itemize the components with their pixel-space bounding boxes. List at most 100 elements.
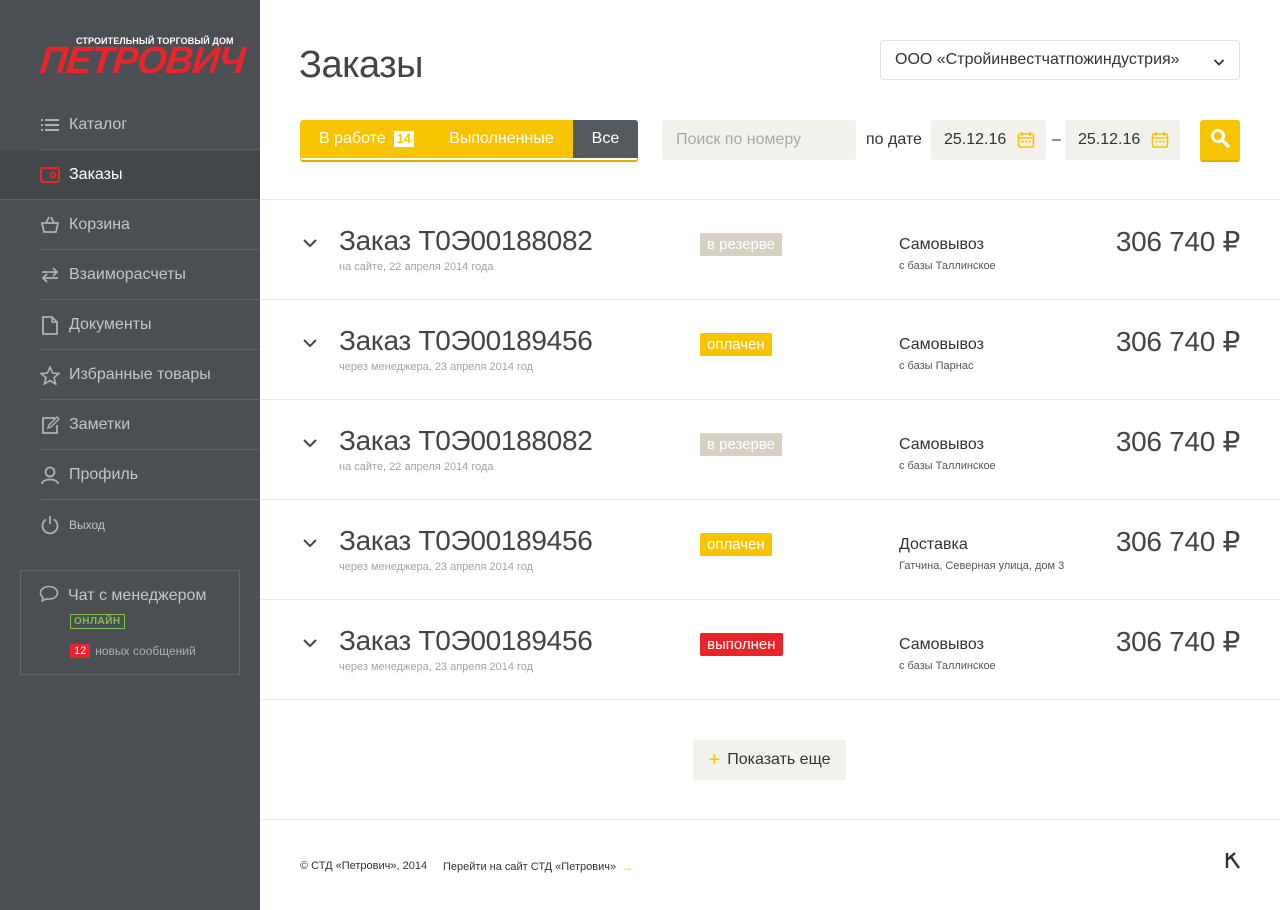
search-icon xyxy=(1210,128,1230,153)
order-price: 306 740 ₽ xyxy=(1115,426,1240,457)
status-badge: оплачен xyxy=(700,533,772,556)
note-icon xyxy=(40,415,60,435)
order-row[interactable]: Заказ Т0Э00189456 через менеджера, 23 ап… xyxy=(260,600,1280,700)
messages-count-badge: 12 xyxy=(70,644,91,658)
date-to-field[interactable]: 25.12.16 xyxy=(1065,120,1180,160)
main-site-link-label: Перейти на сайт СТД «Петрович» xyxy=(443,861,617,873)
sidebar-item-profile[interactable]: Профиль xyxy=(0,450,260,500)
order-number[interactable]: Заказ Т0Э00189456 xyxy=(339,325,593,357)
sidebar-item-favorites[interactable]: Избранные товары xyxy=(0,350,260,400)
sidebar-item-catalog[interactable]: Каталог xyxy=(0,100,260,150)
sidebar-item-cart[interactable]: Корзина xyxy=(0,200,260,250)
copyright: © СТД «Петрович», 2014 xyxy=(300,860,428,872)
delivery-address: с базы Таллинское xyxy=(899,260,996,272)
order-row[interactable]: Заказ Т0Э00189456 через менеджера, 23 ап… xyxy=(260,500,1280,600)
show-more-label: Показать еще xyxy=(727,751,831,768)
status-badge: в резерве xyxy=(700,233,783,256)
order-source: через менеджера, 23 апреля 2014 год xyxy=(339,661,534,673)
logout-button[interactable]: Выход xyxy=(0,500,260,550)
delivery-address: с базы Таллинское xyxy=(899,460,996,472)
order-source: через менеджера, 23 апреля 2014 год xyxy=(339,361,534,373)
wallet-icon xyxy=(40,165,60,185)
date-to-value: 25.12.16 xyxy=(1078,131,1141,148)
logo-name: ПЕТРОВИЧ xyxy=(37,40,247,82)
sidebar-item-label: Документы xyxy=(69,316,152,333)
sidebar: СТРОИТЕЛЬНЫЙ ТОРГОВЫЙ ДОМ ПЕТРОВИЧ Катал… xyxy=(0,0,260,910)
search-button[interactable] xyxy=(1200,120,1240,160)
order-price: 306 740 ₽ xyxy=(1115,626,1240,657)
company-select-value: ООО «Стройинвестчатпожиндустрия» xyxy=(895,51,1180,68)
company-select[interactable]: ООО «Стройинвестчатпожиндустрия» xyxy=(880,40,1240,80)
main-site-link[interactable]: Перейти на сайт СТД «Петрович» → xyxy=(443,860,633,874)
logo[interactable]: СТРОИТЕЛЬНЫЙ ТОРГОВЫЙ ДОМ ПЕТРОВИЧ xyxy=(38,36,247,86)
order-source: на сайте, 22 апреля 2014 года xyxy=(339,261,494,273)
list-icon xyxy=(40,115,60,135)
chevron-down-icon[interactable] xyxy=(302,436,318,454)
tab-in-work-label: В работе xyxy=(319,130,386,147)
date-from-value: 25.12.16 xyxy=(944,131,1007,148)
sidebar-item-documents[interactable]: Документы xyxy=(0,300,260,350)
order-number[interactable]: Заказ Т0Э00189456 xyxy=(339,625,593,657)
main-content: Заказы ООО «Стройинвестчатпожиндустрия» … xyxy=(260,0,1280,910)
status-badge: в резерве xyxy=(700,433,783,456)
status-badge: оплачен xyxy=(700,333,772,356)
tab-in-work[interactable]: В работе 14 xyxy=(300,120,431,158)
tab-all-label: Все xyxy=(591,130,620,147)
chevron-down-icon[interactable] xyxy=(302,536,318,554)
sidebar-item-settlements[interactable]: Взаиморасчеты xyxy=(0,250,260,300)
online-badge: ОНЛАЙН xyxy=(70,614,125,629)
sidebar-item-label: Заметки xyxy=(69,416,131,433)
document-icon xyxy=(40,315,60,335)
power-icon xyxy=(40,515,60,535)
delivery-address: с базы Парнас xyxy=(899,360,974,372)
order-price: 306 740 ₽ xyxy=(1115,226,1240,257)
sidebar-item-label: Каталог xyxy=(69,116,128,133)
calendar-icon[interactable] xyxy=(1017,131,1035,154)
page-title: Заказы xyxy=(299,44,424,86)
tab-in-work-count: 14 xyxy=(393,131,415,147)
by-date-label: по дате xyxy=(866,131,922,148)
arrow-right-icon: → xyxy=(621,860,634,874)
show-more-button[interactable]: + Показать еще xyxy=(693,740,846,780)
date-range-dash: – xyxy=(1052,131,1061,148)
order-row[interactable]: Заказ Т0Э00188082 на сайте, 22 апреля 20… xyxy=(260,200,1280,300)
order-number[interactable]: Заказ Т0Э00189456 xyxy=(339,525,593,557)
calendar-icon[interactable] xyxy=(1151,131,1169,154)
sidebar-item-label: Корзина xyxy=(69,216,130,233)
delivery-type: Самовывоз xyxy=(899,436,984,453)
delivery-type: Доставка xyxy=(899,536,968,553)
chevron-down-icon[interactable] xyxy=(302,336,318,354)
date-from-field[interactable]: 25.12.16 xyxy=(931,120,1046,160)
status-tabs: В работе 14 Выполненные Все xyxy=(300,120,639,160)
order-number[interactable]: Заказ Т0Э00188082 xyxy=(339,225,593,257)
star-icon xyxy=(40,365,60,385)
plus-icon: + xyxy=(708,749,721,771)
sidebar-item-orders[interactable]: Заказы xyxy=(0,150,260,200)
logout-label: Выход xyxy=(69,518,105,532)
manager-chat[interactable]: Чат с менеджером ОНЛАЙН 12 новых сообщен… xyxy=(20,570,240,675)
sidebar-item-label: Профиль xyxy=(69,466,139,483)
orders-list: Заказ Т0Э00188082 на сайте, 22 апреля 20… xyxy=(260,199,1280,700)
delivery-type: Самовывоз xyxy=(899,336,984,353)
chevron-down-icon[interactable] xyxy=(302,636,318,654)
developer-logo-icon[interactable] xyxy=(1225,850,1241,870)
sidebar-item-label: Избранные товары xyxy=(69,366,211,383)
chat-title: Чат с менеджером xyxy=(39,585,206,607)
sidebar-item-label: Заказы xyxy=(69,166,123,183)
order-row[interactable]: Заказ Т0Э00189456 через менеджера, 23 ап… xyxy=(260,300,1280,400)
order-number[interactable]: Заказ Т0Э00188082 xyxy=(339,425,593,457)
sidebar-item-notes[interactable]: Заметки xyxy=(0,400,260,450)
chat-title-label: Чат с менеджером xyxy=(68,587,207,604)
tab-all[interactable]: Все xyxy=(572,120,639,158)
chevron-down-icon[interactable] xyxy=(302,236,318,254)
sidebar-item-label: Взаиморасчеты xyxy=(69,266,186,283)
order-row[interactable]: Заказ Т0Э00188082 на сайте, 22 апреля 20… xyxy=(260,400,1280,500)
tab-completed[interactable]: Выполненные xyxy=(430,120,573,158)
tab-completed-label: Выполненные xyxy=(449,130,554,147)
order-number-search-input[interactable] xyxy=(662,120,856,160)
delivery-address: Гатчина, Северная улица, дом 3 xyxy=(899,560,1065,572)
status-badge: выполнен xyxy=(700,633,783,656)
delivery-type: Самовывоз xyxy=(899,236,984,253)
sidebar-nav: Каталог Заказы Корзина Взаиморасчеты Док… xyxy=(0,100,260,550)
delivery-type: Самовывоз xyxy=(899,636,984,653)
